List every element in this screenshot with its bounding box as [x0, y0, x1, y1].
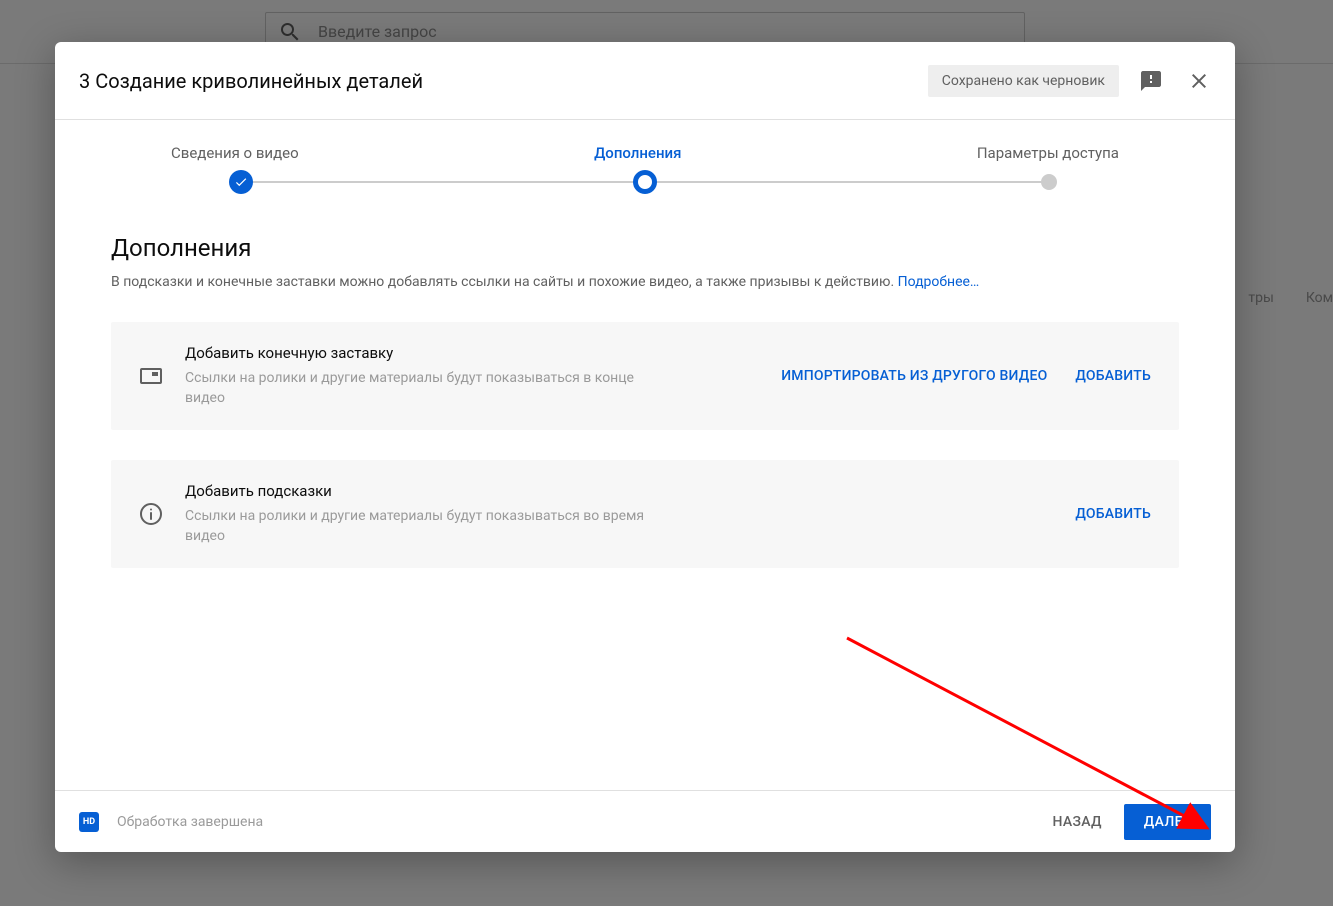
dialog-content: Дополнения В подсказки и конечные застав… — [55, 194, 1235, 790]
step-dot-pending[interactable] — [1041, 174, 1057, 190]
step-dot-active[interactable] — [633, 170, 657, 194]
endscreen-icon — [139, 364, 163, 388]
back-button[interactable]: НАЗАД — [1037, 804, 1118, 840]
step-dot-done[interactable] — [229, 170, 253, 194]
next-button[interactable]: ДАЛЕЕ — [1124, 804, 1211, 840]
step-label-visibility[interactable]: Параметры доступа — [977, 144, 1119, 162]
step-label-details[interactable]: Сведения о видео — [171, 144, 299, 162]
import-from-video-button[interactable]: ИМПОРТИРОВАТЬ ИЗ ДРУГОГО ВИДЕО — [781, 364, 1047, 388]
feedback-icon[interactable] — [1139, 69, 1163, 93]
close-icon[interactable] — [1187, 69, 1211, 93]
cards-subtitle: Ссылки на ролики и другие материалы буду… — [185, 506, 665, 546]
step-label-additions[interactable]: Дополнения — [594, 144, 681, 162]
endscreen-title: Добавить конечную заставку — [185, 344, 759, 362]
dialog-title: 3 Создание криволинейных деталей — [79, 69, 928, 93]
endscreen-subtitle: Ссылки на ролики и другие материалы буду… — [185, 368, 665, 408]
saved-as-draft-badge: Сохранено как черновик — [928, 65, 1119, 97]
hd-badge-icon: HD — [79, 812, 99, 832]
cards-card: Добавить подсказки Ссылки на ролики и др… — [111, 460, 1179, 568]
upload-dialog: 3 Создание криволинейных деталей Сохране… — [55, 42, 1235, 852]
info-icon — [139, 502, 163, 526]
end-screen-card: Добавить конечную заставку Ссылки на рол… — [111, 322, 1179, 430]
cards-title: Добавить подсказки — [185, 482, 1053, 500]
section-description: В подсказки и конечные заставки можно до… — [111, 272, 1179, 292]
section-title: Дополнения — [111, 234, 1179, 262]
add-endscreen-button[interactable]: ДОБАВИТЬ — [1075, 364, 1151, 388]
processing-status: Обработка завершена — [117, 814, 1037, 830]
add-cards-button[interactable]: ДОБАВИТЬ — [1075, 502, 1151, 526]
dialog-footer: HD Обработка завершена НАЗАД ДАЛЕЕ — [55, 790, 1235, 852]
stepper: Сведения о видео Дополнения Параметры до… — [55, 120, 1235, 194]
dialog-header: 3 Создание криволинейных деталей Сохране… — [55, 42, 1235, 120]
learn-more-link[interactable]: Подробнее… — [898, 274, 980, 290]
